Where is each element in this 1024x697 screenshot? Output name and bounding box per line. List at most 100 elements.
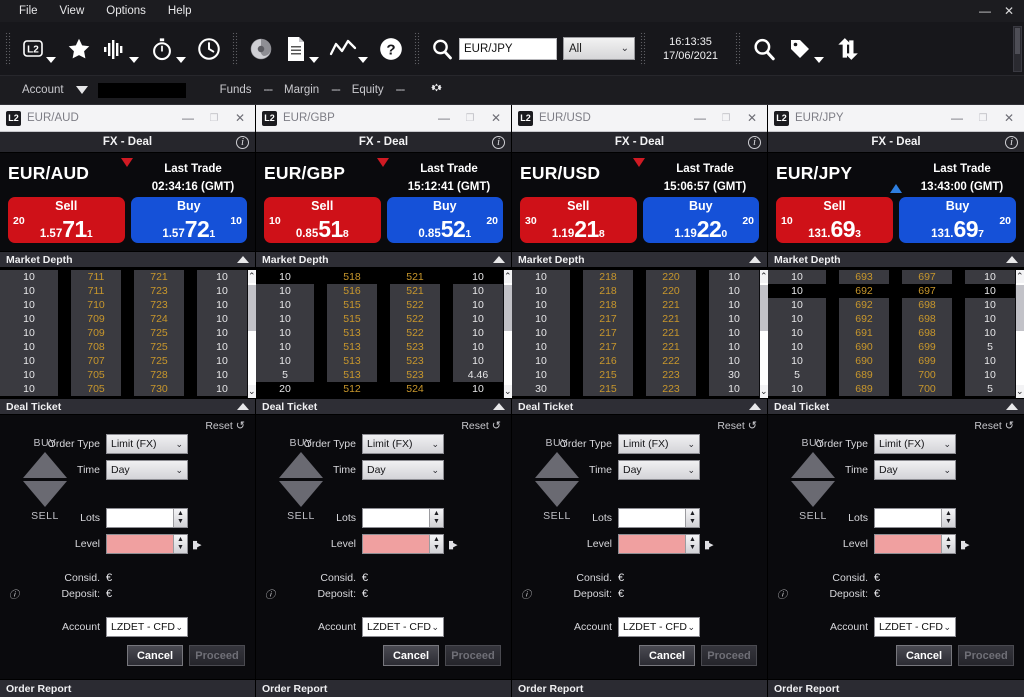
market-depth-header[interactable]: Market Depth <box>512 251 767 268</box>
lots-input[interactable]: ▲▼ <box>874 508 956 528</box>
collapse-icon[interactable] <box>493 256 505 263</box>
menu-item-view[interactable]: View <box>49 3 96 19</box>
reset-button[interactable]: Reset↺ <box>774 419 1016 434</box>
close-icon[interactable]: ✕ <box>483 111 509 125</box>
reset-button[interactable]: Reset↺ <box>6 419 247 434</box>
toolbar-grip-3[interactable] <box>414 32 420 66</box>
buy-button[interactable]: Buy 20 0.85 52 1 <box>387 197 504 243</box>
lots-stepper[interactable]: ▲▼ <box>173 509 187 527</box>
account-value-field[interactable] <box>98 83 186 98</box>
reset-button[interactable]: Reset↺ <box>518 419 759 434</box>
info-icon[interactable]: ⓘ <box>774 586 790 601</box>
level-input[interactable]: ▲▼ <box>106 534 188 554</box>
maximize-icon[interactable]: ❐ <box>201 113 227 124</box>
lots-input[interactable]: ▲▼ <box>618 508 700 528</box>
toolbar-grip-5[interactable] <box>735 32 741 66</box>
collapse-icon[interactable] <box>237 256 249 263</box>
order-report-bar[interactable]: Order Report <box>256 679 511 697</box>
lots-input[interactable]: ▲▼ <box>106 508 188 528</box>
market-depth-header[interactable]: Market Depth <box>256 251 511 268</box>
scrollbar-thumb[interactable] <box>1015 28 1020 54</box>
scroll-up-icon[interactable]: ⌃ <box>248 270 256 283</box>
scrollbar-thumb[interactable] <box>1016 285 1024 331</box>
maximize-icon[interactable]: ❐ <box>457 113 483 124</box>
cancel-button[interactable]: Cancel <box>639 645 695 666</box>
panel-title-bar[interactable]: L2 EUR/GBP — ❐ ✕ <box>256 105 511 132</box>
level-input[interactable]: ▲▼ <box>362 534 444 554</box>
chevron-down-icon[interactable] <box>358 57 368 63</box>
account-dropdown[interactable]: LZDET - CFD ⌄ <box>106 617 188 637</box>
level-ladder-icon[interactable]: ▮▸ <box>704 538 712 551</box>
sell-arrow-icon[interactable] <box>791 481 835 507</box>
waveform-icon[interactable] <box>97 29 144 69</box>
scroll-up-icon[interactable]: ⌃ <box>1016 270 1024 283</box>
info-icon[interactable]: ⓘ <box>262 586 278 601</box>
cancel-button[interactable]: Cancel <box>383 645 439 666</box>
level-stepper[interactable]: ▲▼ <box>429 535 443 553</box>
sell-arrow-icon[interactable] <box>23 481 67 507</box>
time-dropdown[interactable]: Day ⌄ <box>618 460 700 480</box>
scroll-up-icon[interactable]: ⌃ <box>760 270 768 283</box>
market-depth-scrollbar[interactable]: ⌃ ⌄ <box>1015 270 1024 398</box>
minimize-icon[interactable]: — <box>687 111 713 125</box>
minimize-icon[interactable]: — <box>431 111 457 125</box>
sell-arrow-icon[interactable] <box>535 481 579 507</box>
collapse-icon[interactable] <box>749 256 761 263</box>
time-dropdown[interactable]: Day ⌄ <box>874 460 956 480</box>
minimize-icon[interactable]: — <box>944 111 970 125</box>
order-report-bar[interactable]: Order Report <box>512 679 767 697</box>
lots-stepper[interactable]: ▲▼ <box>685 509 699 527</box>
account-dropdown[interactable]: LZDET - CFD ⌄ <box>874 617 956 637</box>
level-stepper[interactable]: ▲▼ <box>685 535 699 553</box>
level2-icon[interactable]: L2 <box>16 29 61 69</box>
time-dropdown[interactable]: Day ⌄ <box>106 460 188 480</box>
scrollbar-thumb[interactable] <box>248 285 256 331</box>
market-depth-scrollbar[interactable]: ⌃ ⌄ <box>247 270 256 398</box>
collapse-icon[interactable] <box>1006 403 1018 410</box>
maximize-icon[interactable]: ❐ <box>713 113 739 124</box>
toolbar-grip-4[interactable] <box>640 32 646 66</box>
info-icon[interactable]: i <box>748 136 761 149</box>
search-icon[interactable] <box>425 29 459 69</box>
scrollbar-track[interactable] <box>504 283 512 385</box>
collapse-icon[interactable] <box>1006 256 1018 263</box>
account-dropdown[interactable]: LZDET - CFD ⌄ <box>362 617 444 637</box>
market-depth-scrollbar[interactable]: ⌃ ⌄ <box>503 270 512 398</box>
time-dropdown[interactable]: Day ⌄ <box>362 460 444 480</box>
order-type-dropdown[interactable]: Limit (FX) ⌄ <box>874 434 956 454</box>
buy-button[interactable]: Buy 10 1.57 72 1 <box>131 197 248 243</box>
scroll-down-icon[interactable]: ⌄ <box>1016 385 1024 398</box>
deal-ticket-header[interactable]: Deal Ticket <box>0 398 255 415</box>
cancel-button[interactable]: Cancel <box>127 645 183 666</box>
lots-input[interactable]: ▲▼ <box>362 508 444 528</box>
order-report-bar[interactable]: Order Report <box>0 679 255 697</box>
close-icon[interactable]: ✕ <box>996 111 1022 125</box>
chevron-down-icon[interactable] <box>176 57 186 63</box>
sell-arrow-icon[interactable] <box>279 481 323 507</box>
buy-arrow-icon[interactable] <box>791 452 835 478</box>
buy-arrow-icon[interactable] <box>535 452 579 478</box>
search-input[interactable] <box>459 38 557 60</box>
help-icon[interactable]: ? <box>373 29 409 69</box>
chart-line-icon[interactable] <box>324 29 373 69</box>
menu-item-file[interactable]: File <box>8 3 49 19</box>
level-ladder-icon[interactable]: ▮▸ <box>448 538 456 551</box>
sell-button[interactable]: Sell 10 131. 69 3 <box>776 197 893 243</box>
info-icon[interactable]: ⓘ <box>518 586 534 601</box>
panel-title-bar[interactable]: L2 EUR/USD — ❐ ✕ <box>512 105 767 132</box>
scroll-down-icon[interactable]: ⌄ <box>248 385 256 398</box>
scroll-up-icon[interactable]: ⌃ <box>504 270 512 283</box>
search-icon[interactable] <box>746 29 782 69</box>
close-icon[interactable]: ✕ <box>998 0 1020 22</box>
scroll-down-icon[interactable]: ⌄ <box>760 385 768 398</box>
clock-icon[interactable] <box>191 29 227 69</box>
transfer-arrows-icon[interactable] <box>829 29 865 69</box>
favorites-star-icon[interactable] <box>61 29 97 69</box>
scrollbar-track[interactable] <box>1016 283 1024 385</box>
market-depth-header[interactable]: Market Depth <box>768 251 1024 268</box>
collapse-icon[interactable] <box>749 403 761 410</box>
toolbar-scrollbar[interactable] <box>1013 26 1022 72</box>
info-icon[interactable]: i <box>1005 136 1018 149</box>
close-icon[interactable]: ✕ <box>227 111 253 125</box>
market-depth-header[interactable]: Market Depth <box>0 251 255 268</box>
